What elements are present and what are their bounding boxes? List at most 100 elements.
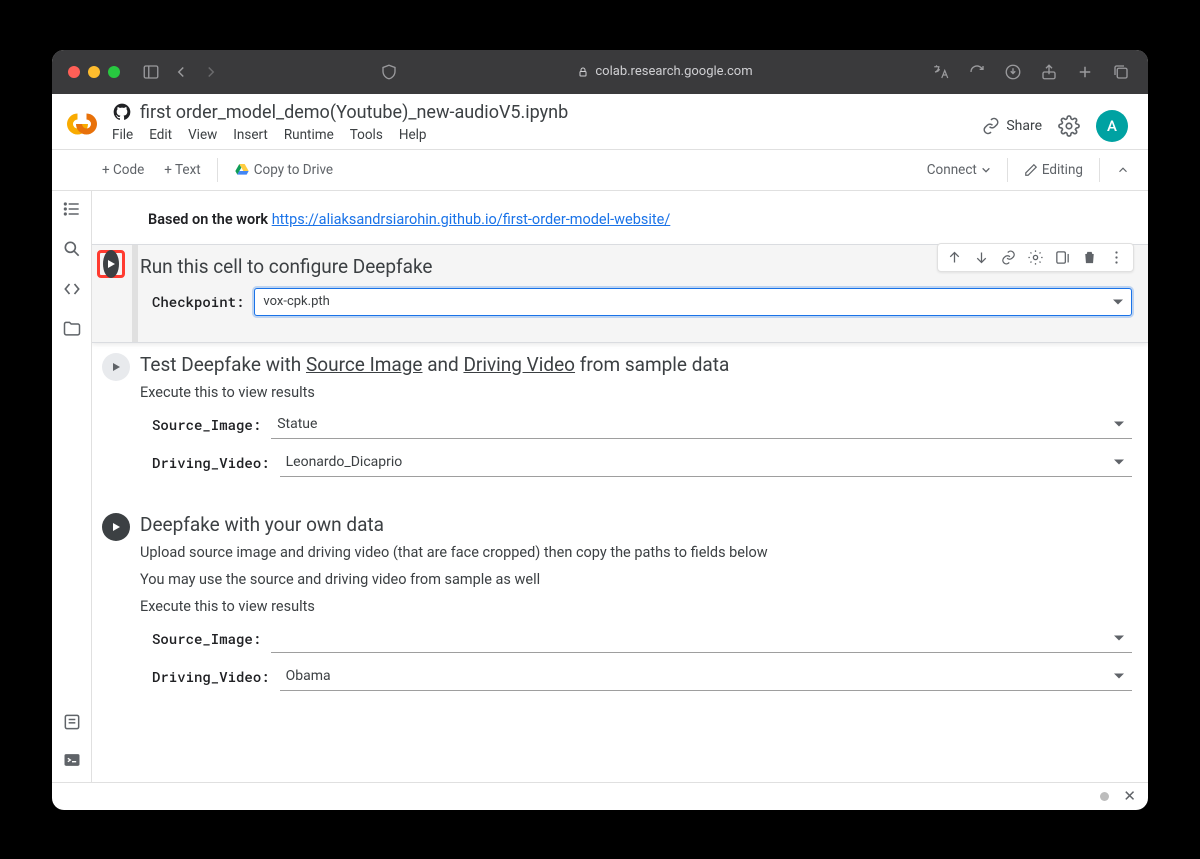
menu-runtime[interactable]: Runtime xyxy=(284,127,334,143)
caret-down-icon xyxy=(1113,299,1123,304)
cell-subtitle: You may use the source and driving video… xyxy=(140,571,1132,588)
menu-insert[interactable]: Insert xyxy=(233,127,268,143)
notebook-body: Based on the work https://aliaksandrsiar… xyxy=(92,191,1148,782)
settings-icon[interactable] xyxy=(1058,115,1080,137)
toc-icon[interactable] xyxy=(62,199,82,219)
connect-button[interactable]: Connect xyxy=(917,156,1001,184)
new-tab-icon[interactable] xyxy=(1074,61,1096,83)
collapse-toolbar-button[interactable] xyxy=(1106,157,1140,183)
browser-window: colab.research.google.com xyxy=(52,50,1148,810)
notebook-toolbar: + Code + Text Copy to Drive Connect Edit… xyxy=(52,149,1148,191)
snippets-icon[interactable] xyxy=(62,712,82,732)
shield-icon[interactable] xyxy=(378,61,400,83)
cell-title: Test Deepfake with Source Image and Driv… xyxy=(140,353,1132,376)
field-label: Driving_Video: xyxy=(152,667,270,686)
cell-configure[interactable]: Run this cell to configure Deepfake Chec… xyxy=(92,244,1148,343)
menu-file[interactable]: File xyxy=(112,127,133,143)
terminal-icon[interactable] xyxy=(62,750,82,770)
variables-icon[interactable] xyxy=(62,279,82,299)
add-text-button[interactable]: + Text xyxy=(154,156,210,184)
minimize-window[interactable] xyxy=(88,66,100,78)
run-cell-button[interactable] xyxy=(97,250,125,278)
cell-title: Deepfake with your own data xyxy=(140,513,1132,536)
url-text: colab.research.google.com xyxy=(595,64,752,79)
menu-edit[interactable]: Edit xyxy=(149,127,172,143)
field-label: Checkpoint: xyxy=(152,292,244,311)
more-icon[interactable] xyxy=(1108,249,1125,266)
intro-link[interactable]: https://aliaksandrsiarohin.github.io/fir… xyxy=(272,211,671,228)
close-icon[interactable]: ✕ xyxy=(1123,787,1136,805)
files-icon[interactable] xyxy=(62,319,82,339)
drive-icon xyxy=(234,162,250,178)
close-window[interactable] xyxy=(68,66,80,78)
colab-header: first order_model_demo(Youtube)_new-audi… xyxy=(52,94,1148,149)
content-area: Based on the work https://aliaksandrsiar… xyxy=(52,191,1148,782)
field-label: Source_Image: xyxy=(152,629,261,648)
move-up-icon[interactable] xyxy=(946,249,963,266)
caret-down-icon xyxy=(1114,422,1124,427)
forward-icon[interactable] xyxy=(200,61,222,83)
tabs-icon[interactable] xyxy=(1110,61,1132,83)
play-icon xyxy=(110,361,122,373)
cell-settings-icon[interactable] xyxy=(1027,249,1044,266)
cell-own-data[interactable]: Deepfake with your own data Upload sourc… xyxy=(92,503,1148,717)
share-button[interactable]: Share xyxy=(982,117,1042,135)
source-image-dropdown[interactable]: Statue xyxy=(271,411,1132,439)
menu-help[interactable]: Help xyxy=(399,127,427,143)
driving-video-link[interactable]: Driving Video xyxy=(463,353,575,376)
sidebar-toggle-icon[interactable] xyxy=(140,61,162,83)
menu-view[interactable]: View xyxy=(188,127,217,143)
share-label: Share xyxy=(1006,118,1042,134)
github-icon xyxy=(112,102,132,122)
intro-prefix: Based on the work xyxy=(148,211,272,228)
source-image-dropdown[interactable] xyxy=(271,625,1132,653)
footer: ✕ xyxy=(52,782,1148,810)
link-cell-icon[interactable] xyxy=(1000,249,1017,266)
copy-to-drive-button[interactable]: Copy to Drive xyxy=(224,156,343,184)
driving-video-dropdown[interactable]: Obama xyxy=(280,663,1132,691)
add-code-button[interactable]: + Code xyxy=(92,156,154,184)
move-down-icon[interactable] xyxy=(973,249,990,266)
document-title[interactable]: first order_model_demo(Youtube)_new-audi… xyxy=(140,102,568,123)
reload-icon[interactable] xyxy=(966,61,988,83)
mirror-cell-icon[interactable] xyxy=(1054,249,1071,266)
menubar: File Edit View Insert Runtime Tools Help xyxy=(112,123,970,149)
caret-down-icon xyxy=(1114,674,1124,679)
caret-down-icon xyxy=(981,165,991,175)
cell-subtitle: Execute this to view results xyxy=(140,598,1132,615)
caret-down-icon xyxy=(1114,460,1124,465)
dropdown-value: vox-cpk.pth xyxy=(263,294,329,309)
intro-text: Based on the work https://aliaksandrsiar… xyxy=(92,191,1148,244)
cell-test-sample[interactable]: Test Deepfake with Source Image and Driv… xyxy=(92,343,1148,503)
caret-down-icon xyxy=(1114,636,1124,641)
field-label: Driving_Video: xyxy=(152,453,270,472)
pencil-icon xyxy=(1024,163,1038,177)
dropdown-value: Leonardo_Dicaprio xyxy=(286,454,403,470)
search-icon[interactable] xyxy=(62,239,82,259)
avatar[interactable]: A xyxy=(1096,110,1128,142)
dropdown-value: Statue xyxy=(277,416,317,432)
field-label: Source_Image: xyxy=(152,415,261,434)
download-icon[interactable] xyxy=(1002,61,1024,83)
translate-icon[interactable] xyxy=(930,61,952,83)
play-icon xyxy=(105,258,117,270)
checkpoint-dropdown[interactable]: vox-cpk.pth xyxy=(254,288,1132,316)
browser-titlebar: colab.research.google.com xyxy=(52,50,1148,94)
play-icon xyxy=(110,521,122,533)
left-rail xyxy=(52,191,92,782)
editing-mode-button[interactable]: Editing xyxy=(1014,156,1093,184)
status-indicator xyxy=(1100,792,1109,801)
run-cell-button[interactable] xyxy=(102,513,130,541)
menu-tools[interactable]: Tools xyxy=(350,127,383,143)
url-bar[interactable]: colab.research.google.com xyxy=(577,64,752,79)
run-cell-button[interactable] xyxy=(102,353,130,381)
dropdown-value: Obama xyxy=(286,668,331,684)
toolbar-right xyxy=(930,61,1132,83)
delete-cell-icon[interactable] xyxy=(1081,249,1098,266)
driving-video-dropdown[interactable]: Leonardo_Dicaprio xyxy=(280,449,1132,477)
maximize-window[interactable] xyxy=(108,66,120,78)
back-icon[interactable] xyxy=(170,61,192,83)
share-icon[interactable] xyxy=(1038,61,1060,83)
source-image-link[interactable]: Source Image xyxy=(306,353,423,376)
window-controls xyxy=(68,66,120,78)
